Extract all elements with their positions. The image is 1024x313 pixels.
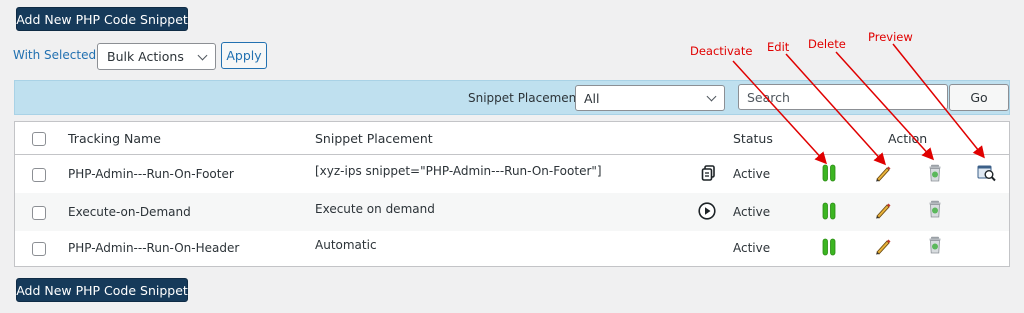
preview-magnifier-icon[interactable] (977, 164, 997, 182)
deactivate-pause-icon[interactable] (821, 164, 837, 182)
copy-icon[interactable] (700, 164, 718, 182)
annotation-edit: Edit (767, 40, 790, 54)
deactivate-pause-icon[interactable] (821, 238, 837, 256)
table-row: Execute-on-Demand Execute on demand Acti… (15, 193, 1009, 231)
row-checkbox[interactable] (32, 242, 46, 256)
status-text: Active (733, 167, 771, 181)
delete-trash-icon[interactable] (927, 164, 943, 182)
add-new-snippet-button-bottom[interactable]: Add New PHP Code Snippet (16, 278, 188, 302)
annotation-delete: Delete (808, 37, 846, 51)
column-header-snippet-placement: Snippet Placement (315, 131, 433, 146)
table-row: PHP-Admin---Run-On-Header Automatic Acti… (15, 231, 1009, 266)
chevron-down-icon (706, 91, 717, 102)
status-text: Active (733, 241, 771, 255)
bulk-actions-select[interactable]: Bulk Actions (97, 43, 216, 70)
with-selected-label: With Selected : (13, 48, 104, 62)
edit-pencil-icon[interactable] (874, 164, 891, 182)
chevron-down-icon (197, 50, 208, 61)
column-header-action: Action (888, 131, 928, 146)
table-row: PHP-Admin---Run-On-Footer [xyz-ips snipp… (15, 155, 1009, 193)
snippet-placement-value: [xyz-ips snippet="PHP-Admin---Run-On-Foo… (315, 164, 602, 178)
annotation-preview: Preview (868, 30, 913, 44)
delete-trash-icon[interactable] (927, 236, 943, 254)
go-button[interactable]: Go (949, 84, 1009, 111)
snippet-placement-filter-select[interactable]: All (575, 85, 725, 111)
row-checkbox[interactable] (32, 168, 46, 182)
snippet-placement-filter-value: All (584, 90, 600, 106)
table-header-row: Tracking Name Snippet Placement Status A… (15, 122, 1009, 155)
deactivate-pause-icon[interactable] (821, 202, 837, 220)
snippet-placement-value: Execute on demand (315, 202, 435, 216)
annotation-deactivate: Deactivate (690, 44, 753, 58)
edit-pencil-icon[interactable] (874, 201, 891, 219)
snippet-placement-value: Automatic (315, 238, 377, 252)
edit-pencil-icon[interactable] (874, 237, 891, 255)
play-icon[interactable] (698, 202, 716, 220)
status-text: Active (733, 205, 771, 219)
snippet-placement-filter-label: Snippet Placement (468, 91, 581, 105)
delete-trash-icon[interactable] (927, 200, 943, 218)
snippets-table: Tracking Name Snippet Placement Status A… (14, 121, 1010, 267)
add-new-snippet-button-top[interactable]: Add New PHP Code Snippet (16, 7, 188, 31)
column-header-tracking-name: Tracking Name (68, 131, 161, 146)
apply-button[interactable]: Apply (221, 42, 267, 69)
search-input[interactable] (738, 84, 948, 110)
column-header-status: Status (733, 131, 773, 146)
row-checkbox[interactable] (32, 206, 46, 220)
bulk-actions-value: Bulk Actions (107, 49, 184, 64)
tracking-name: PHP-Admin---Run-On-Header (68, 241, 240, 255)
select-all-checkbox[interactable] (32, 132, 46, 146)
tracking-name: PHP-Admin---Run-On-Footer (68, 167, 234, 181)
tracking-name: Execute-on-Demand (68, 205, 191, 219)
